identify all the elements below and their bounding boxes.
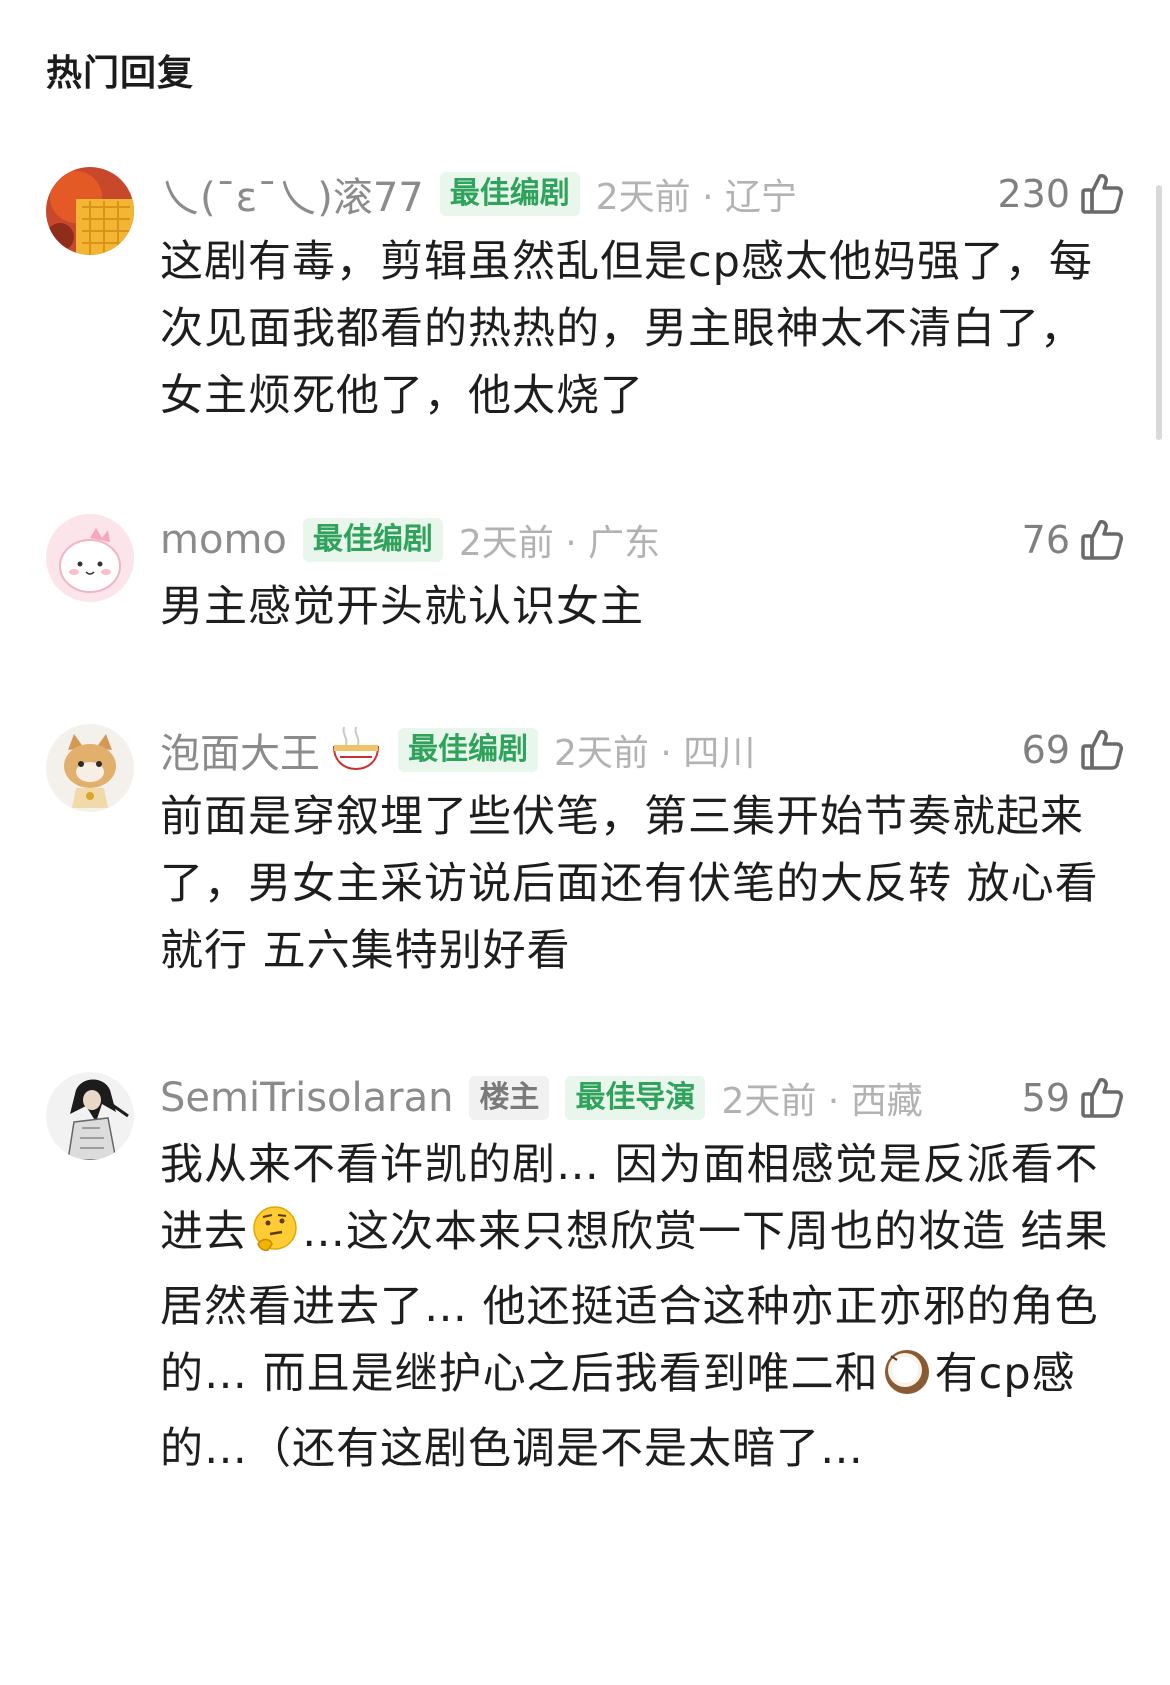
time-location: 2天前 · 西藏 (721, 1072, 922, 1124)
pink-cartoon-avatar-icon[interactable] (46, 514, 134, 602)
comment-meta: momo 最佳编剧 2天前 · 广东 (160, 515, 660, 565)
separator: · (648, 733, 684, 774)
separator: · (690, 177, 725, 218)
comment-meta: 泡面大王 最佳编剧 2天前 · 四川 (160, 724, 755, 777)
badge-best-screenwriter: 最佳编剧 (398, 728, 538, 772)
username[interactable]: SemiTrisolaran (160, 1075, 453, 1121)
time-location: 2天前 · 四川 (554, 724, 755, 776)
location: 辽宁 (724, 177, 797, 218)
badge-best-screenwriter: 最佳编剧 (302, 518, 443, 562)
badge-original-poster: 楼主 (469, 1076, 550, 1120)
username[interactable]: momo (160, 517, 287, 563)
mango-avatar-icon[interactable] (46, 167, 134, 255)
badge-best-screenwriter: 最佳编剧 (439, 172, 580, 216)
location: 西藏 (850, 1081, 923, 1122)
time: 2天前 (458, 523, 554, 564)
thumbs-up-icon (1081, 174, 1123, 214)
ink-figure-avatar-icon[interactable] (46, 1072, 134, 1160)
time: 2天前 (721, 1081, 817, 1122)
time-location: 2天前 · 辽宁 (596, 168, 797, 220)
thumbs-up-icon (1081, 730, 1123, 770)
comment-text: 前面是穿叙埋了些伏笔，第三集开始节奏就起来了，男女主采访说后面还有伏笔的大反转 … (160, 792, 1099, 976)
like-count: 230 (997, 172, 1070, 216)
comment-text: 男主感觉开头就认识女主 (160, 582, 644, 632)
cat-avatar-icon[interactable] (46, 724, 134, 812)
thinking-face-icon (250, 1204, 300, 1274)
badge-best-director: 最佳导演 (565, 1076, 706, 1120)
thumbs-up-icon (1081, 520, 1123, 560)
comment-meta: SemiTrisolaran 楼主 最佳导演 2天前 · 西藏 (160, 1073, 923, 1123)
comment-text: 这剧有毒，剪辑虽然乱但是cp感太他妈强了，每次见面我都看的热热的，男主眼神太不清… (160, 237, 1093, 421)
time: 2天前 (595, 177, 691, 218)
like-count: 59 (1021, 1076, 1070, 1120)
noodle-bowl-icon (330, 725, 382, 775)
separator: · (816, 1081, 851, 1122)
like-button[interactable]: 59 (1022, 1073, 1124, 1123)
location: 广东 (588, 523, 661, 564)
comment-text: 我从来不看许凯的剧… 因为面相感觉是反派看不进去 …这次本来只想欣赏一下周也的妆… (160, 1132, 1120, 1483)
time-location: 2天前 · 广东 (459, 514, 660, 566)
like-button[interactable]: 76 (1022, 515, 1124, 565)
thumbs-up-icon (1081, 1078, 1123, 1118)
username[interactable]: 泡面大王 (160, 721, 320, 779)
section-title: 热门回复 (46, 53, 195, 94)
coconut-icon (881, 1346, 933, 1416)
separator: · (553, 523, 589, 564)
time: 2天前 (554, 733, 649, 774)
username[interactable]: 乀(ˉεˉ乀)滚77 (160, 165, 424, 223)
scrollbar[interactable] (1156, 185, 1162, 440)
location: 四川 (683, 733, 756, 774)
comment-meta: 乀(ˉεˉ乀)滚77 最佳编剧 2天前 · 辽宁 (160, 168, 797, 221)
like-count: 69 (1021, 728, 1070, 772)
like-button[interactable]: 230 (997, 169, 1124, 219)
like-button[interactable]: 69 (1022, 725, 1124, 775)
like-count: 76 (1021, 518, 1070, 562)
